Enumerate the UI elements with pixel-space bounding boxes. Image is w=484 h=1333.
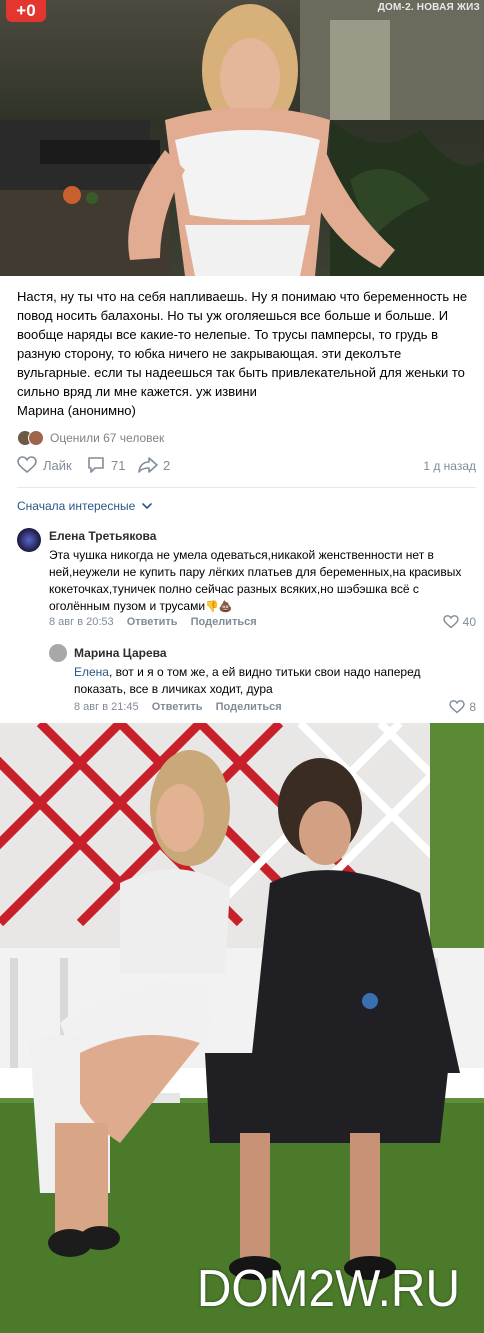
- comment-like-button[interactable]: 8: [449, 700, 476, 714]
- channel-logo: +0: [6, 0, 46, 22]
- comment-reply: Марина Царева Елена, вот и я о том же, а…: [0, 642, 484, 722]
- watermark: DOM2W.RU: [196, 1260, 460, 1318]
- heart-icon: [449, 700, 466, 714]
- heart-icon: [442, 615, 459, 629]
- mention-link[interactable]: Елена: [74, 665, 109, 679]
- photo-scene-bottom: [0, 723, 484, 1333]
- post-time[interactable]: 1 д назад: [423, 459, 476, 473]
- comment-body: Эта чушка никогда не умела одеваться,ник…: [49, 548, 462, 613]
- comment-icon: [88, 457, 104, 473]
- post-author[interactable]: Марина (анонимно): [17, 403, 136, 418]
- avatar[interactable]: [17, 528, 41, 552]
- rated-row[interactable]: Оценили 67 человек: [17, 429, 164, 447]
- comments-button[interactable]: 71: [87, 456, 125, 474]
- reply-button[interactable]: Ответить: [127, 616, 178, 628]
- comment-date[interactable]: 8 авг в 20:53: [49, 616, 114, 628]
- comment-likes: 40: [462, 615, 476, 629]
- comment-author[interactable]: Марина Царева: [74, 646, 167, 660]
- post-photo-bottom[interactable]: DOM2W.RU: [0, 723, 484, 1333]
- sort-label: Сначала интересные: [17, 499, 136, 513]
- photo-scene-top: [0, 0, 484, 276]
- share-comment-button[interactable]: Поделиться: [216, 701, 282, 713]
- avatar: [28, 430, 44, 446]
- comment-likes: 8: [469, 700, 476, 714]
- comment-text: Елена, вот и я о том же, а ей видно тить…: [74, 664, 474, 698]
- rated-count: Оценили 67 человек: [50, 431, 165, 445]
- comment-body: , вот и я о том же, а ей видно титьки св…: [74, 665, 421, 696]
- share-comment-button[interactable]: Поделиться: [191, 616, 257, 628]
- comment-text: Эта чушка никогда не умела одеваться,ник…: [49, 547, 477, 616]
- rated-avatars: [17, 430, 45, 446]
- divider: [17, 487, 476, 488]
- share-button[interactable]: 2: [138, 456, 170, 474]
- sort-dropdown[interactable]: Сначала интересные: [17, 499, 154, 513]
- channel-tag: ДОМ-2. НОВАЯ ЖИЗ: [377, 2, 480, 13]
- comment: Елена Третьякова Эта чушка никогда не ум…: [0, 525, 484, 635]
- comment-date[interactable]: 8 авг в 21:45: [74, 701, 139, 713]
- post-photo-top[interactable]: +0 ДОМ-2. НОВАЯ ЖИЗ: [0, 0, 484, 276]
- chevron-down-icon: [142, 503, 153, 510]
- comment-meta: 8 авг в 20:53 Ответить Поделиться: [49, 616, 267, 628]
- reply-button[interactable]: Ответить: [152, 701, 203, 713]
- comment-emoji: 👎💩: [205, 601, 233, 613]
- avatar[interactable]: [49, 644, 67, 662]
- comment-like-button[interactable]: 40: [442, 615, 476, 629]
- comment-meta: 8 авг в 21:45 Ответить Поделиться: [74, 701, 292, 713]
- heart-icon: [17, 456, 37, 474]
- comments-count: 71: [111, 457, 126, 473]
- like-button[interactable]: Лайк: [17, 456, 72, 474]
- post-actions: Лайк 71 2 1 д назад: [17, 456, 476, 478]
- shares-count: 2: [163, 457, 171, 473]
- comment-author[interactable]: Елена Третьякова: [49, 529, 156, 543]
- like-label: Лайк: [43, 457, 72, 473]
- share-icon: [138, 457, 158, 473]
- post-text: Настя, ну ты что на себя напливаешь. Ну …: [17, 289, 468, 399]
